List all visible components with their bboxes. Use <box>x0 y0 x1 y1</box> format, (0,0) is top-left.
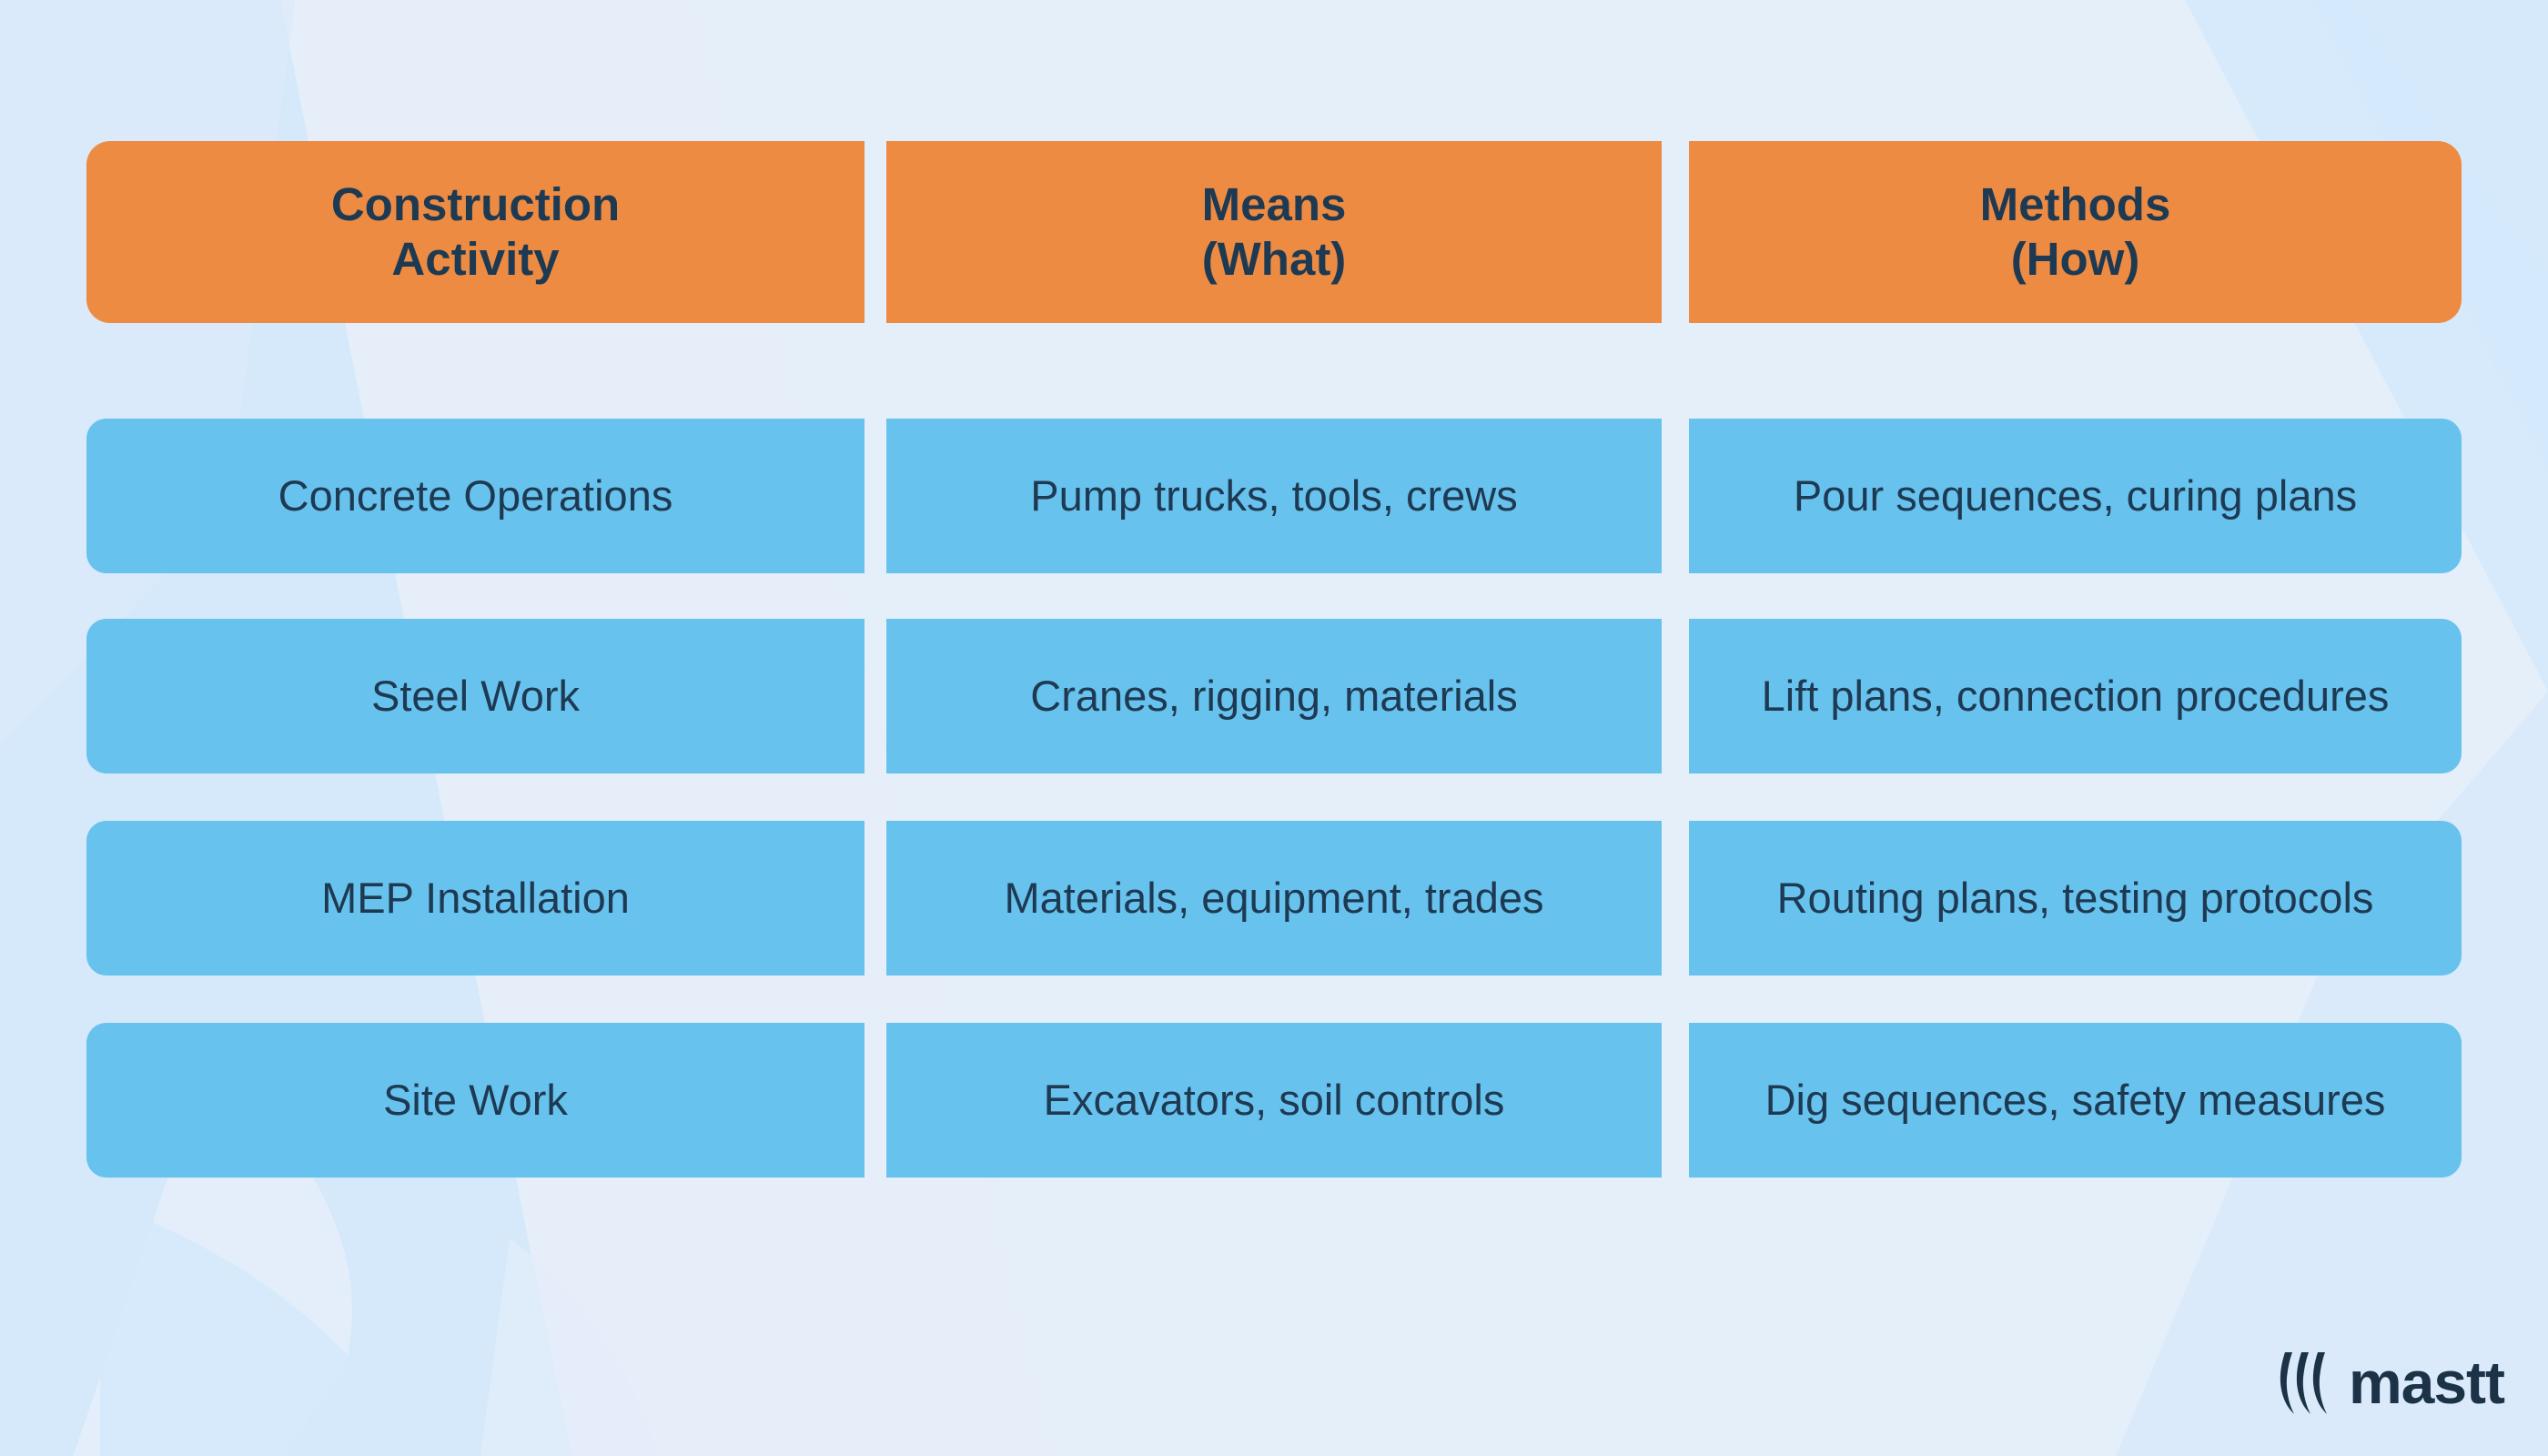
cell-methods: Pour sequences, curing plans <box>1689 419 2462 573</box>
cell-activity: Concrete Operations <box>86 419 864 573</box>
comparison-table: Construction Activity Means (What) Metho… <box>0 0 2548 1456</box>
table-row: Steel Work Cranes, rigging, materials Li… <box>86 619 2462 774</box>
cell-activity: Site Work <box>86 1023 864 1178</box>
cell-methods: Dig sequences, safety measures <box>1689 1023 2462 1178</box>
cell-means: Pump trucks, tools, crews <box>886 419 1662 573</box>
header-cell-means: Means (What) <box>886 141 1662 323</box>
cell-activity: Steel Work <box>86 619 864 774</box>
mastt-flame-icon <box>2280 1352 2327 1414</box>
cell-means: Materials, equipment, trades <box>886 821 1662 976</box>
header-cell-construction-activity: Construction Activity <box>86 141 864 323</box>
table-header-row: Construction Activity Means (What) Metho… <box>86 141 2462 323</box>
header-cell-methods: Methods (How) <box>1689 141 2462 323</box>
cell-methods: Routing plans, testing protocols <box>1689 821 2462 976</box>
cell-methods: Lift plans, connection procedures <box>1689 619 2462 774</box>
table-row: Site Work Excavators, soil controls Dig … <box>86 1023 2462 1178</box>
cell-means: Excavators, soil controls <box>886 1023 1662 1178</box>
brand-logo-text: mastt <box>2348 1349 2505 1416</box>
brand-logo: mastt <box>2276 1347 2505 1418</box>
table-row: Concrete Operations Pump trucks, tools, … <box>86 419 2462 573</box>
table-row: MEP Installation Materials, equipment, t… <box>86 821 2462 976</box>
cell-means: Cranes, rigging, materials <box>886 619 1662 774</box>
cell-activity: MEP Installation <box>86 821 864 976</box>
